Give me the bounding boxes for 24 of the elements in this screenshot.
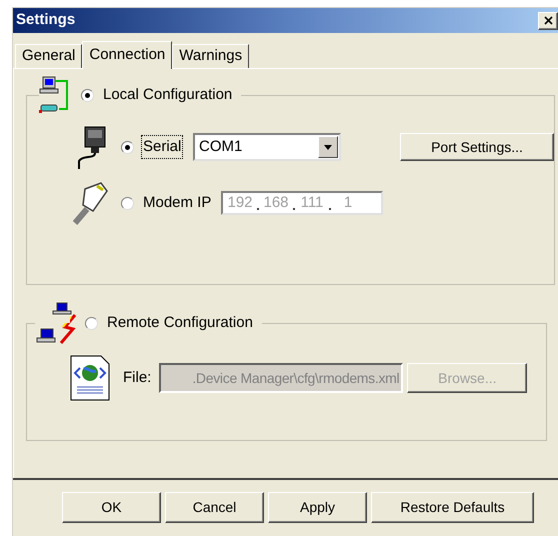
port-settings-button[interactable]: Port Settings... (400, 133, 554, 161)
port-dropdown[interactable]: COM1 (193, 133, 341, 161)
xml-document-icon (69, 355, 111, 401)
ip-octet: 168 (263, 192, 289, 213)
serial-radio[interactable]: Serial (121, 136, 193, 158)
dropdown-arrow-icon (324, 144, 332, 150)
network-plug-icon (73, 181, 109, 225)
file-label: File: (123, 368, 152, 388)
dialog-button[interactable]: OK (62, 492, 161, 523)
ip-octet: 111 (300, 192, 324, 213)
close-button[interactable] (538, 12, 558, 30)
close-icon (544, 16, 552, 25)
ip-octet: 192 (227, 192, 253, 213)
tab[interactable]: Warnings (172, 44, 250, 68)
window-title: Settings (16, 10, 76, 30)
dialog-button[interactable]: Apply (268, 492, 367, 523)
computer-network-icon (39, 75, 71, 115)
ip-octet: 1 (342, 192, 354, 213)
tab[interactable]: Connection (82, 41, 172, 69)
local-configuration-radio[interactable]: Local Configuration (81, 84, 234, 106)
dialog-button[interactable]: Restore Defaults (371, 492, 534, 523)
port-value: COM1 (199, 136, 242, 157)
tab[interactable]: General (15, 44, 82, 68)
dialog-button[interactable]: Cancel (165, 492, 264, 523)
